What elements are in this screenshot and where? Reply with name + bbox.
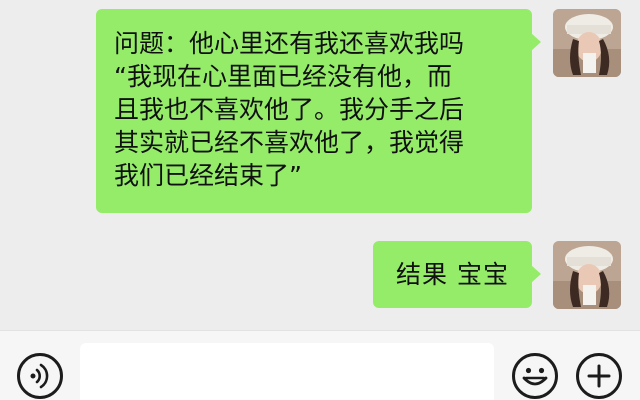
message-input[interactable] — [80, 343, 494, 400]
message-bubble[interactable]: 问题：他心里还有我还喜欢我吗 “我现在心里面已经没有他，而 且我也不喜欢他了。我… — [96, 9, 541, 213]
input-bar — [0, 330, 640, 400]
message-line: “我现在心里面已经没有他，而 — [114, 62, 452, 91]
voice-icon — [30, 363, 49, 389]
message-line: 且我也不喜欢他了。我分手之后 — [114, 95, 465, 124]
message-line: 结果 宝宝 — [396, 260, 509, 289]
message-line: 其实就已经不喜欢他了，我觉得 — [114, 128, 465, 157]
message-line: 我们已经结束了” — [114, 161, 302, 190]
plus-icon — [587, 364, 611, 388]
message-line: 问题：他心里还有我还喜欢我吗 — [114, 29, 465, 58]
emoji-button[interactable] — [512, 353, 558, 399]
avatar-photo-icon — [553, 9, 621, 77]
avatar[interactable] — [553, 9, 621, 77]
emoji-icon — [522, 367, 548, 386]
chat-area: 问题：他心里还有我还喜欢我吗 “我现在心里面已经没有他，而 且我也不喜欢他了。我… — [0, 0, 640, 330]
more-button[interactable] — [576, 353, 622, 399]
avatar[interactable] — [553, 241, 621, 309]
message-bubble[interactable]: 结果 宝宝 — [373, 241, 541, 308]
avatar-photo-icon — [553, 241, 621, 309]
voice-button[interactable] — [17, 353, 63, 399]
